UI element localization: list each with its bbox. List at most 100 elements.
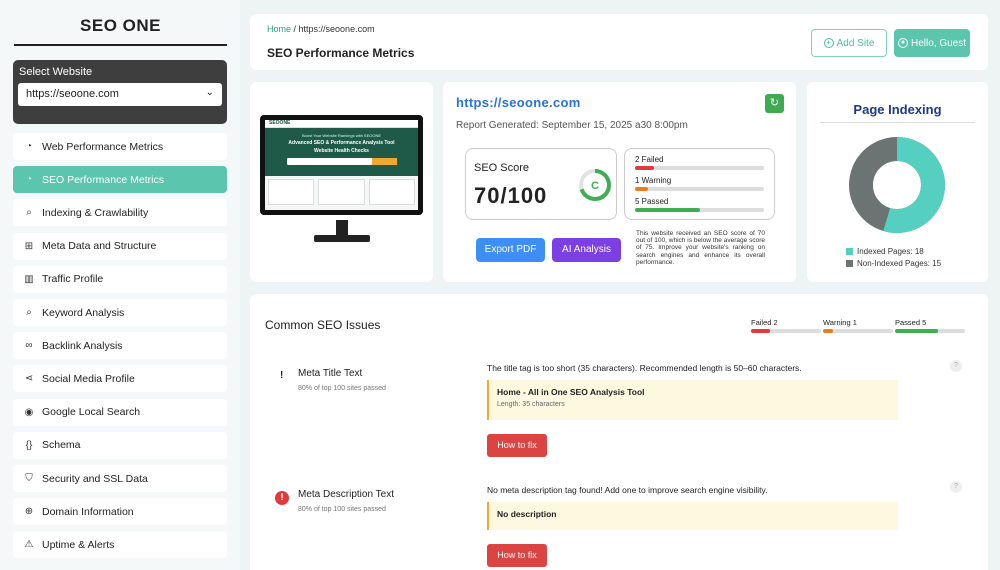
legend-non-indexed: Non-Indexed Pages: 15 [846,258,941,270]
share-icon: ⋖ [24,373,34,385]
sidebar-item-label: Web Performance Metrics [42,140,164,153]
warning-icon: ! [280,370,284,381]
common-issues-title: Common SEO Issues [265,318,381,332]
warning-summary: Warning 1 [823,318,893,333]
issue-message: No meta description tag found! Add one t… [487,485,768,495]
chevron-down-icon: ⌄ [205,87,214,98]
page-indexing-card: Page Indexing Indexed Pages: 18 Non-Inde… [807,82,988,282]
failed-count: 2 Failed [635,155,664,164]
failed-summary: Failed 2 [751,318,821,333]
sidebar-item-google-local-search[interactable]: ◉ Google Local Search [13,398,227,426]
issue-detail-box: Home - All in One SEO Analysis Tool Leng… [487,380,898,420]
sidebar-item-web-performance-metrics[interactable]: ◔ Web Performance Metrics [13,133,227,160]
link-icon: ∞ [25,340,33,352]
user-greeting: Hello, Guest [910,37,967,49]
warning-count: 1 Warning [635,176,672,185]
report-generated: Report Generated: September 15, 2025 a30… [456,120,688,131]
select-website-label: Select Website [19,66,93,78]
magnifier-icon: ⌕ [26,307,32,318]
shield-icon: ⛉ [25,473,33,484]
user-menu-button[interactable]: ● Hello, Guest [894,29,970,57]
issue-name: Meta Description Text [298,489,394,500]
sidebar-item-label: Schema [42,439,81,452]
preview-hero-line1: Advanced SEO & Performance Analysis Tool [288,140,395,146]
preview-search-bar [286,158,397,165]
refresh-button[interactable]: ↻ [765,94,784,113]
sidebar-item-domain-information[interactable]: ⊕ Domain Information [13,498,227,526]
how-to-fix-button[interactable]: How to fix [487,544,547,567]
export-pdf-button[interactable]: Export PDF [476,238,545,262]
issue-stat: 80% of top 100 sites passed [298,506,386,513]
preview-brand: SEOONE [265,120,418,128]
failed-progress [635,166,764,170]
sidebar-item-keyword-analysis[interactable]: ⌕ Keyword Analysis [13,299,227,326]
legend-indexed: Indexed Pages: 18 [846,246,941,258]
passed-count: 5 Passed [635,197,669,206]
site-screenshot: SEOONE Boost Your Website Rankings with … [265,120,418,210]
page-title: SEO Performance Metrics [267,46,415,60]
sidebar-item-label: Backlink Analysis [42,339,123,352]
sidebar-item-backlink-analysis[interactable]: ∞ Backlink Analysis [13,332,227,360]
breadcrumb-separator: / [291,24,299,34]
indexing-donut-chart [849,137,945,233]
issue-detail-box: No description [487,502,898,530]
score-grade: C [591,180,599,192]
ai-analysis-button[interactable]: AI Analysis [552,238,621,262]
sidebar-item-label: Meta Data and Structure [42,240,157,253]
page-indexing-title: Page Indexing [853,102,942,117]
site-url-link[interactable]: https://seoone.com [456,95,581,110]
monitor-stand [314,235,370,242]
gauge-icon: ◔ [25,141,33,152]
divider [820,122,975,123]
gauge-icon: ◔ [25,174,33,186]
sidebar: SEO ONE Select Website https://seoone.co… [0,0,240,570]
seo-score-value: 70/100 [474,183,548,208]
sidebar-item-meta-data-and-structure[interactable]: ⊞ Meta Data and Structure [13,232,227,260]
sidebar-item-label: Security and SSL Data [42,472,148,485]
sidebar-item-label: SEO Performance Metrics [42,173,164,186]
issue-detail-title: No description [497,509,557,519]
help-icon[interactable]: ? [950,360,962,372]
monitor-illustration: SEOONE Boost Your Website Rankings with … [260,115,423,215]
breadcrumb: Home / https://seoone.com [267,24,375,34]
seo-score-card: https://seoone.com ↻ Report Generated: S… [443,82,796,282]
sidebar-item-uptime-alerts[interactable]: ⚠ Uptime & Alerts [13,531,227,559]
map-pin-icon: ◉ [24,406,34,418]
search-icon: ⌕ [26,207,32,219]
warning-icon: ⚠ [24,539,34,551]
sidebar-item-traffic-profile[interactable]: ▥ Traffic Profile [13,265,227,293]
code-braces-icon: {} [25,439,33,451]
breadcrumb-home-link[interactable]: Home [267,24,291,34]
error-icon: ! [275,491,289,505]
sidebar-item-seo-performance-metrics[interactable]: ◔ SEO Performance Metrics [13,166,227,194]
add-site-button[interactable]: + Add Site [811,29,887,57]
breadcrumb-current: https://seoone.com [298,24,375,34]
monitor-neck [336,220,348,236]
website-select[interactable]: https://seoone.com ⌄ [18,83,222,106]
sidebar-item-label: Domain Information [42,505,134,518]
sidebar-item-label: Traffic Profile [42,273,104,286]
sidebar-item-social-media-profile[interactable]: ⋖ Social Media Profile [13,365,227,393]
sidebar-item-label: Google Local Search [42,406,141,419]
issue-detail-title: Home - All in One SEO Analysis Tool [497,387,645,397]
warning-progress [635,187,764,191]
website-selector: Select Website https://seoone.com ⌄ [13,60,227,124]
sidebar-item-label: Uptime & Alerts [42,538,115,551]
issue-detail-sub: Length: 35 characters [497,401,565,408]
sidebar-item-label: Keyword Analysis [42,306,125,319]
common-seo-issues-card: Common SEO Issues Failed 2 Warning 1 Pas… [250,294,988,570]
issue-stat: 80% of top 100 sites passed [298,385,386,392]
help-icon[interactable]: ? [950,481,962,493]
how-to-fix-button[interactable]: How to fix [487,434,547,457]
sidebar-item-label: Indexing & Crawlability [42,206,149,219]
sidebar-item-schema[interactable]: {} Schema [13,431,227,459]
brand-logo: SEO ONE [14,8,227,46]
add-site-label: Add Site [836,37,875,49]
sitemap-icon: ⊞ [24,240,34,252]
sidebar-item-indexing-crawlability[interactable]: ⌕ Indexing & Crawlability [13,199,227,227]
site-preview-card: SEOONE Boost Your Website Rankings with … [250,82,433,282]
user-circle-icon: ● [897,38,908,48]
sidebar-item-security-and-ssl-data[interactable]: ⛉ Security and SSL Data [13,465,227,492]
issue-message: The title tag is too short (35 character… [487,363,802,373]
preview-hero: Boost Your Website Rankings with SEOONE … [265,128,418,176]
